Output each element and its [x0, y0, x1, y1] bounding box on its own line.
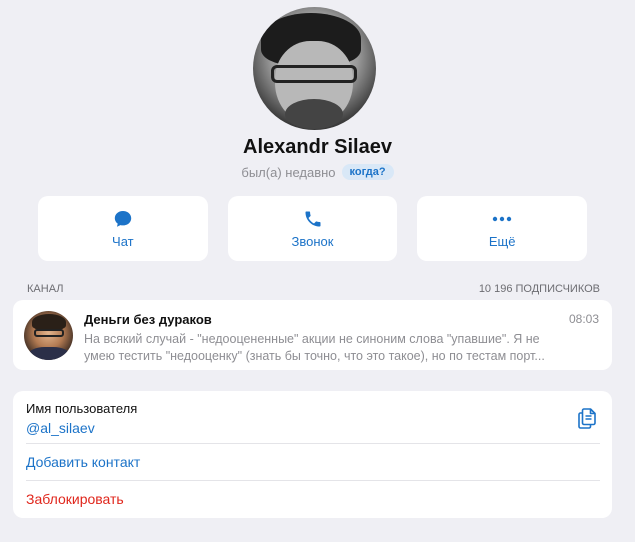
divider: [26, 480, 600, 481]
divider: [26, 443, 600, 444]
channel-title: Деньги без дураков: [84, 312, 212, 327]
block-user-button[interactable]: Заблокировать: [26, 491, 124, 507]
profile-avatar[interactable]: [253, 7, 376, 130]
channel-preview-line-1: На всякий случай - "недооцененные" акции…: [84, 332, 540, 346]
add-contact-button[interactable]: Добавить контакт: [26, 454, 140, 470]
call-button-label: Звонок: [291, 233, 334, 249]
avatar-glasses: [271, 65, 357, 83]
avatar-beard: [285, 99, 343, 129]
more-dots-icon: [492, 216, 512, 221]
profile-name: Alexandr Silaev: [243, 136, 392, 158]
channel-avatar-glasses: [34, 329, 64, 337]
channel-message-time: 08:03: [568, 312, 599, 326]
when-badge[interactable]: когда?: [341, 164, 394, 180]
more-button[interactable]: Ещё: [417, 196, 588, 261]
chat-bubble-icon: [114, 210, 132, 227]
copy-icon[interactable]: [576, 406, 598, 435]
more-button-label: Ещё: [488, 233, 516, 249]
call-button[interactable]: Звонок: [227, 196, 398, 261]
channel-avatar-hair: [32, 314, 66, 330]
channel-preview-line-2: умею тестить "недооценку" (знать бы точн…: [84, 349, 545, 363]
channel-card[interactable]: Деньги без дураков 08:03 На всякий случа…: [13, 300, 612, 370]
chat-button-label: Чат: [112, 233, 134, 249]
username-label: Имя пользователя: [26, 401, 138, 416]
last-seen-status: был(а) недавно: [241, 164, 336, 180]
channel-avatar: [24, 311, 73, 360]
channel-message-preview: На всякий случай - "недооцененные" акции…: [84, 331, 599, 365]
username-value[interactable]: @al_silaev: [26, 420, 95, 436]
channel-section-header: КАНАЛ 10 196 ПОДПИСЧИКОВ: [27, 283, 600, 295]
action-buttons: Чат Звонок Ещё: [38, 196, 588, 261]
chat-button[interactable]: Чат: [38, 196, 208, 261]
phone-icon: [305, 211, 320, 226]
user-info-card: Имя пользователя @al_silaev Добавить кон…: [13, 391, 612, 518]
channel-avatar-shirt: [28, 347, 70, 360]
subscribers-count: 10 196 ПОДПИСЧИКОВ: [478, 283, 600, 295]
channel-section-title: КАНАЛ: [27, 283, 64, 295]
status-row: был(а) недавно когда?: [0, 164, 635, 180]
